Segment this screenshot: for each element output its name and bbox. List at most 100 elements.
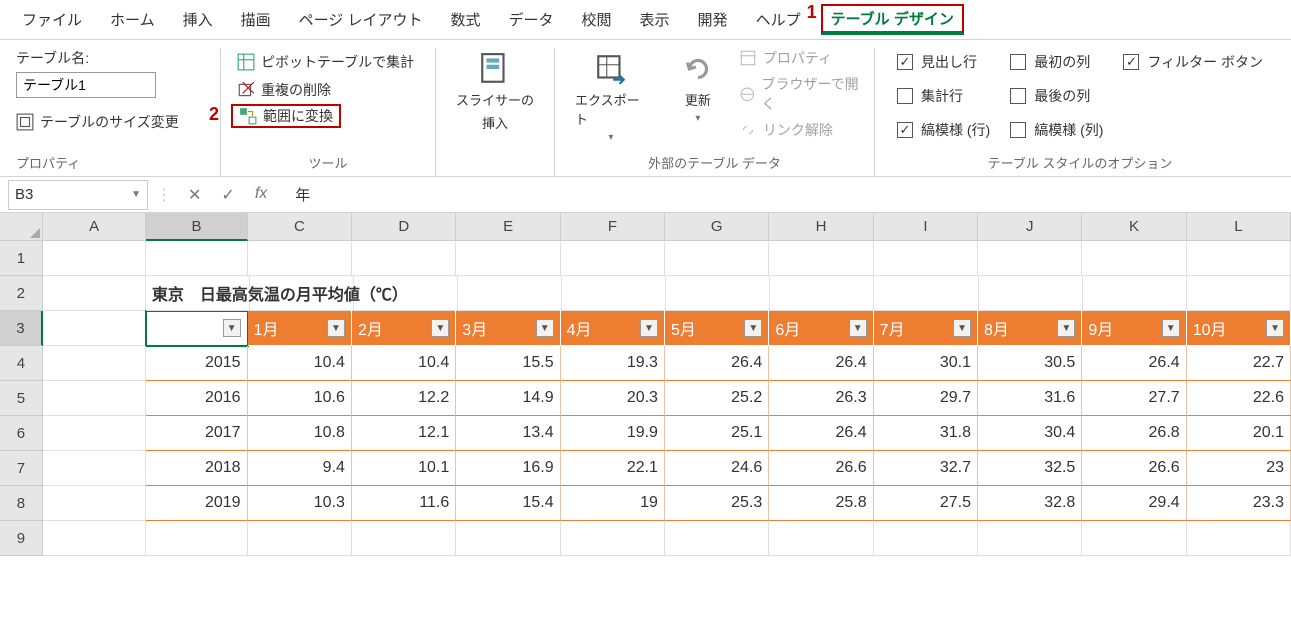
tab-table-design[interactable]: 1 テーブル デザイン <box>821 4 964 35</box>
cell[interactable] <box>43 416 146 451</box>
cell[interactable]: 26.4 <box>769 346 873 381</box>
select-all-corner[interactable] <box>0 213 43 241</box>
cell[interactable] <box>665 241 769 276</box>
table-header-cell[interactable]: 9月▼ <box>1082 311 1186 346</box>
cell[interactable]: 19.9 <box>561 416 665 451</box>
col-header-H[interactable]: H <box>769 213 873 241</box>
checkbox-total-row[interactable]: 集計行 <box>897 86 990 106</box>
table-header-cell[interactable]: 2月▼ <box>352 311 456 346</box>
cell[interactable] <box>456 521 560 556</box>
cell[interactable] <box>979 276 1083 311</box>
col-header-G[interactable]: G <box>665 213 769 241</box>
cell[interactable]: 25.3 <box>665 486 769 521</box>
cell[interactable] <box>562 276 666 311</box>
cell[interactable] <box>665 521 769 556</box>
cell[interactable]: 2017 <box>146 416 247 451</box>
cell[interactable]: 27.7 <box>1082 381 1186 416</box>
row-header-8[interactable]: 8 <box>0 486 43 521</box>
cell[interactable]: 24.6 <box>665 451 769 486</box>
col-header-J[interactable]: J <box>978 213 1082 241</box>
cell[interactable]: 26.6 <box>769 451 873 486</box>
formula-input[interactable]: 年 <box>283 184 1291 205</box>
table-header-cell[interactable]: 4月▼ <box>561 311 665 346</box>
table-header-cell[interactable]: 7月▼ <box>874 311 978 346</box>
cell[interactable]: 29.4 <box>1082 486 1186 521</box>
cell[interactable] <box>1082 521 1186 556</box>
menu-ページ レイアウト[interactable]: ページ レイアウト <box>285 3 437 36</box>
filter-dropdown-icon[interactable]: ▼ <box>431 319 449 337</box>
cell[interactable]: 20.1 <box>1187 416 1291 451</box>
col-header-I[interactable]: I <box>874 213 978 241</box>
cell[interactable]: 10.4 <box>352 346 456 381</box>
row-header-6[interactable]: 6 <box>0 416 43 451</box>
cell[interactable] <box>769 241 873 276</box>
cell[interactable] <box>352 241 456 276</box>
cell[interactable] <box>1083 276 1187 311</box>
table-header-cell[interactable]: 6月▼ <box>769 311 873 346</box>
cell[interactable] <box>352 521 456 556</box>
cell[interactable]: 22.6 <box>1187 381 1291 416</box>
menu-挿入[interactable]: 挿入 <box>169 3 227 36</box>
cell[interactable]: 2016 <box>146 381 247 416</box>
filter-dropdown-icon[interactable]: ▼ <box>953 319 971 337</box>
cell[interactable] <box>146 241 247 276</box>
cell[interactable] <box>978 521 1082 556</box>
cell[interactable]: 10.8 <box>248 416 352 451</box>
menu-データ[interactable]: データ <box>495 3 568 36</box>
filter-dropdown-icon[interactable]: ▼ <box>223 319 241 337</box>
cell[interactable] <box>43 521 146 556</box>
cell[interactable] <box>1082 241 1186 276</box>
filter-dropdown-icon[interactable]: ▼ <box>849 319 867 337</box>
filter-dropdown-icon[interactable]: ▼ <box>327 319 345 337</box>
cell[interactable]: 11.6 <box>352 486 456 521</box>
cell[interactable] <box>1187 521 1291 556</box>
cell[interactable]: 22.1 <box>561 451 665 486</box>
cell[interactable] <box>1187 241 1291 276</box>
cell[interactable] <box>666 276 770 311</box>
filter-dropdown-icon[interactable]: ▼ <box>1057 319 1075 337</box>
checkbox-last-column[interactable]: 最後の列 <box>1010 86 1103 106</box>
cell[interactable]: 2015 <box>146 346 247 381</box>
cell[interactable]: 31.8 <box>874 416 978 451</box>
table-header-cell[interactable]: 3月▼ <box>456 311 560 346</box>
cell[interactable] <box>248 521 352 556</box>
insert-slicer-button[interactable]: スライサーの 挿入 <box>446 48 544 136</box>
table-header-cell[interactable]: 1月▼ <box>248 311 352 346</box>
cell[interactable]: 27.5 <box>874 486 978 521</box>
cell[interactable]: 10.3 <box>248 486 352 521</box>
cell[interactable]: 10.4 <box>248 346 352 381</box>
filter-dropdown-icon[interactable]: ▼ <box>536 319 554 337</box>
cell[interactable] <box>43 346 146 381</box>
cell[interactable]: 26.8 <box>1082 416 1186 451</box>
row-header-1[interactable]: 1 <box>0 241 43 276</box>
checkbox-banded-columns[interactable]: 縞模様 (列) <box>1010 120 1103 140</box>
cell[interactable]: 15.4 <box>456 486 560 521</box>
col-header-B[interactable]: B <box>146 213 247 241</box>
checkbox-banded-rows[interactable]: 縞模様 (行) <box>897 120 990 140</box>
col-header-F[interactable]: F <box>561 213 665 241</box>
cell[interactable]: 26.4 <box>665 346 769 381</box>
export-button[interactable]: エクスポート ▾ <box>565 48 657 147</box>
col-header-D[interactable]: D <box>352 213 456 241</box>
cell[interactable]: 32.8 <box>978 486 1082 521</box>
cell[interactable]: 26.4 <box>1082 346 1186 381</box>
cell[interactable]: 2019 <box>146 486 247 521</box>
cell[interactable] <box>43 241 146 276</box>
menu-数式[interactable]: 数式 <box>436 3 494 36</box>
table-header-cell[interactable]: 5月▼ <box>665 311 769 346</box>
cell[interactable] <box>458 276 562 311</box>
row-header-3[interactable]: 3 <box>0 311 43 346</box>
cell[interactable]: 32.7 <box>874 451 978 486</box>
cancel-icon[interactable]: ✕ <box>188 185 201 205</box>
cell[interactable] <box>770 276 874 311</box>
menu-ファイル[interactable]: ファイル <box>8 3 96 36</box>
name-box[interactable]: B3 ▼ <box>8 180 148 210</box>
cell[interactable] <box>43 311 146 346</box>
cell[interactable] <box>874 276 978 311</box>
table-header-cell[interactable]: 8月▼ <box>978 311 1082 346</box>
cell[interactable] <box>874 521 978 556</box>
row-header-4[interactable]: 4 <box>0 346 43 381</box>
row-header-5[interactable]: 5 <box>0 381 43 416</box>
cell[interactable] <box>43 276 146 311</box>
cell[interactable]: 東京 日最高気温の月平均値（℃） <box>146 276 250 311</box>
